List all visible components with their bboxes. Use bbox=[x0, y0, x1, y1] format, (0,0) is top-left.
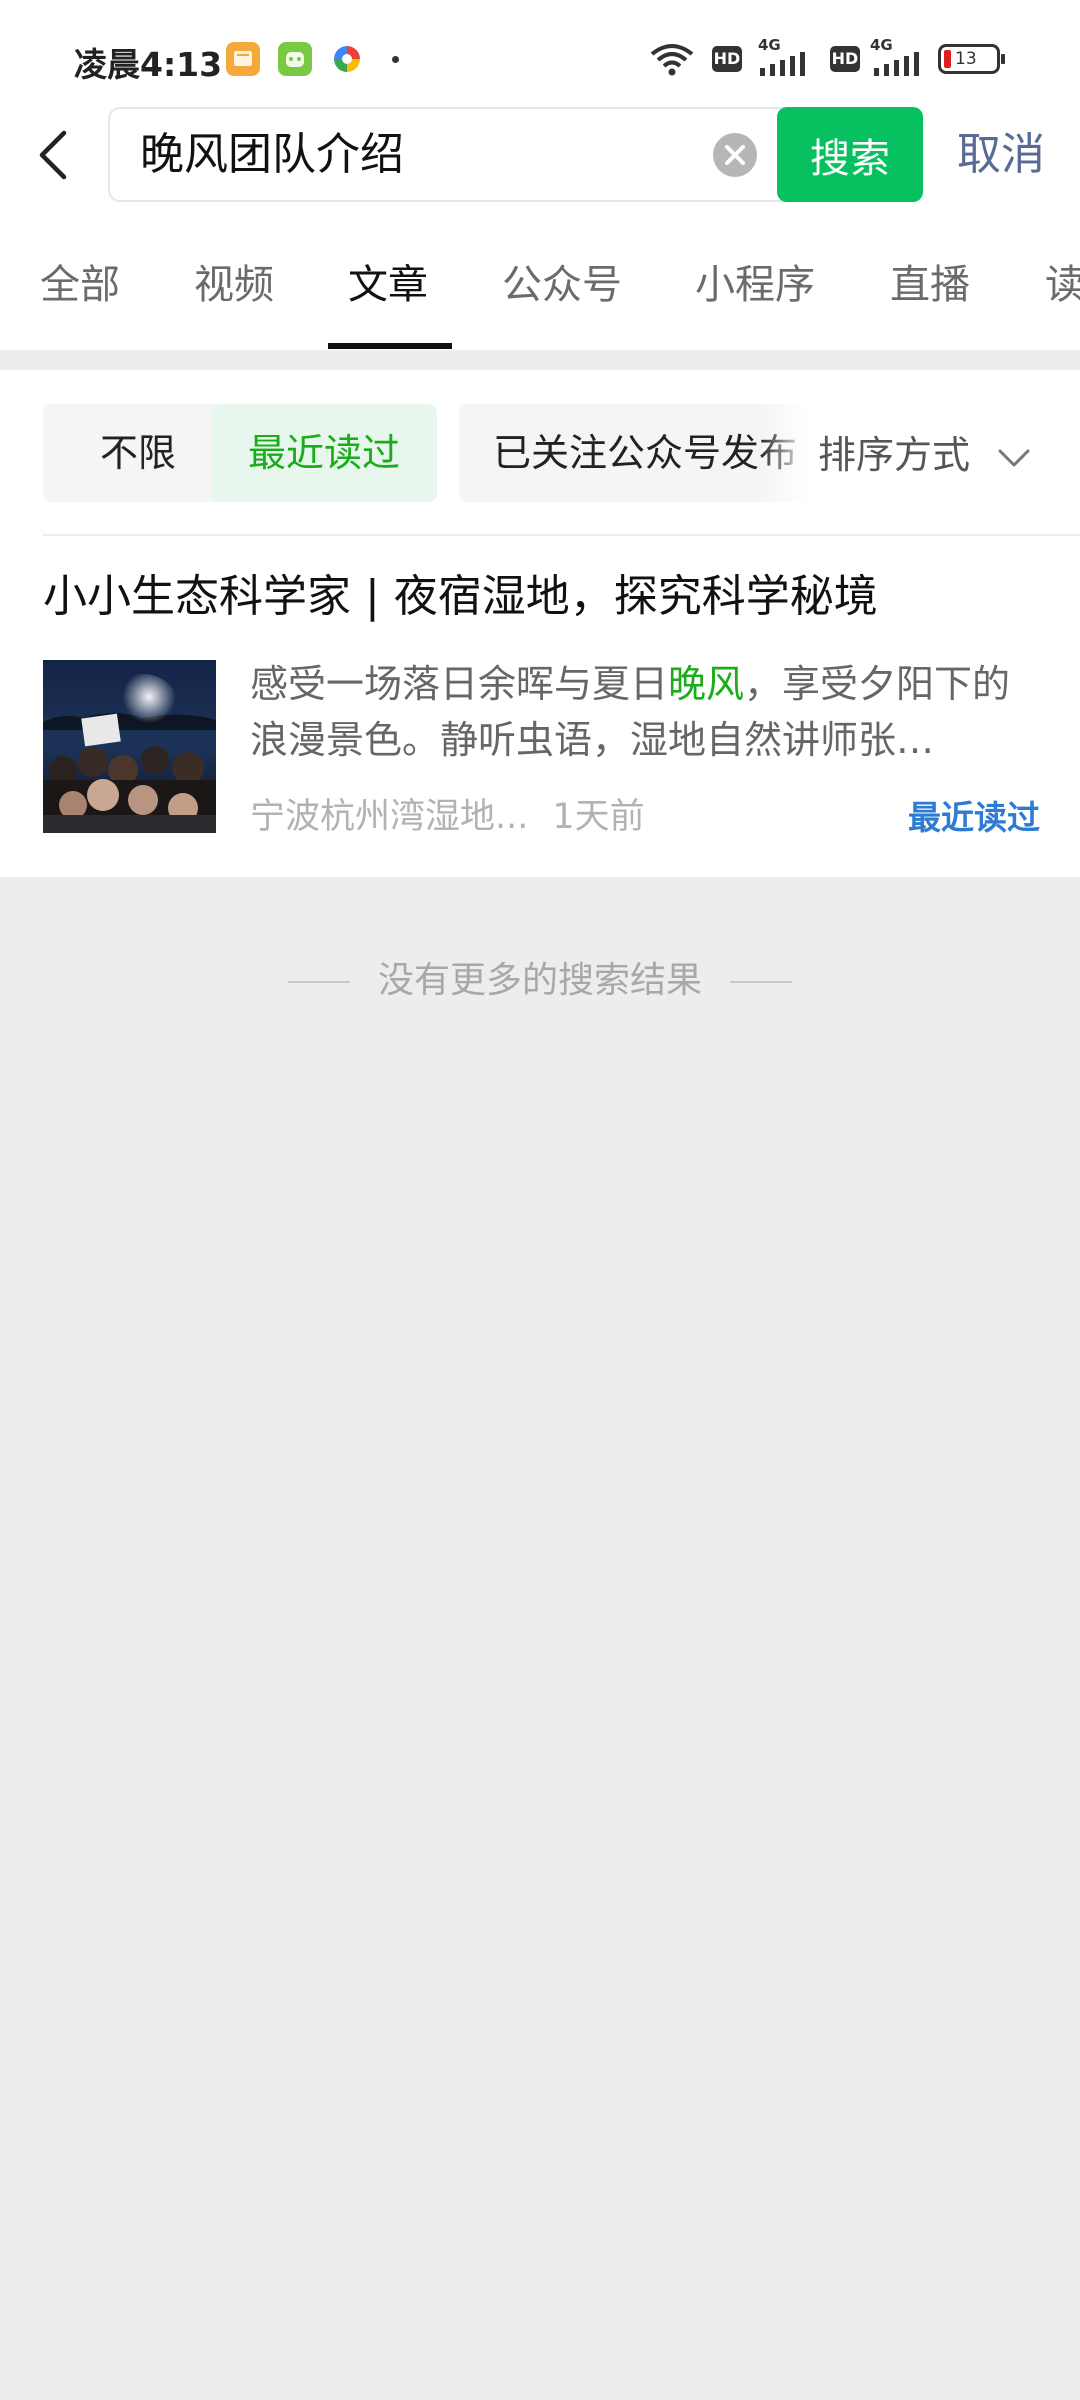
sort-dropdown[interactable]: 排序方式 bbox=[818, 432, 1034, 478]
signal-icon bbox=[874, 52, 919, 76]
chevron-left-icon bbox=[39, 130, 67, 180]
search-query: 晚风团队介绍 bbox=[140, 129, 404, 180]
status-time: 凌晨4:13 bbox=[74, 45, 223, 84]
tab-read[interactable]: 读 bbox=[1045, 255, 1080, 315]
filter-chip-label: 已关注公众号发布 bbox=[493, 431, 798, 475]
tab-mini-programs[interactable]: 小程序 bbox=[695, 255, 815, 315]
close-icon bbox=[725, 145, 745, 165]
battery-icon: 13 bbox=[938, 44, 1005, 74]
signal-icon bbox=[760, 52, 805, 76]
back-button[interactable] bbox=[30, 125, 80, 185]
chip-fade bbox=[759, 404, 809, 502]
wifi-icon bbox=[650, 44, 694, 76]
gallery-app-icon bbox=[226, 42, 260, 76]
keyword-highlight: 晚风 bbox=[668, 662, 745, 706]
no-more-results-text: 没有更多的搜索结果 bbox=[377, 960, 702, 1001]
results-panel: 不限 最近读过 已关注公众号发布 排序方式 小小生态科学家 | 夜宿湿地，探究科… bbox=[0, 370, 1080, 877]
no-more-results: 没有更多的搜索结果 bbox=[0, 958, 1080, 1004]
active-tab-indicator bbox=[328, 343, 452, 349]
article-title[interactable]: 小小生态科学家 | 夜宿湿地，探究科学秘境 bbox=[43, 570, 878, 624]
filter-chip-label: 最近读过 bbox=[247, 431, 400, 475]
colorful-app-icon bbox=[330, 42, 364, 76]
filter-chip-recently-read[interactable]: 最近读过 bbox=[211, 404, 437, 502]
divider bbox=[43, 534, 1080, 536]
category-tabs: 全部 视频 文章 公众号 小程序 直播 读 bbox=[0, 255, 1080, 355]
article-time: 1天前 bbox=[552, 797, 645, 837]
search-button[interactable]: 搜索 bbox=[777, 107, 923, 202]
filter-chip-label: 不限 bbox=[99, 431, 176, 475]
chevron-down-icon bbox=[998, 449, 1030, 466]
clear-search-button[interactable] bbox=[713, 133, 757, 177]
description-text: 感受一场落日余晖与夏日 bbox=[250, 662, 669, 706]
tab-video[interactable]: 视频 bbox=[194, 255, 274, 315]
tab-articles[interactable]: 文章 bbox=[348, 255, 428, 315]
article-source[interactable]: 宁波杭州湾湿地... bbox=[250, 797, 528, 837]
section-divider bbox=[0, 350, 1080, 370]
sort-label: 排序方式 bbox=[818, 433, 971, 477]
article-thumbnail bbox=[43, 660, 216, 833]
article-meta: 宁波杭州湾湿地... 1天前 bbox=[250, 792, 645, 842]
filter-chip-unlimited[interactable]: 不限 bbox=[43, 404, 233, 502]
hd-badge: HD bbox=[712, 46, 742, 72]
recently-read-tag: 最近读过 bbox=[908, 798, 1040, 837]
divider-line bbox=[730, 981, 792, 983]
tab-live[interactable]: 直播 bbox=[890, 255, 970, 315]
battery-level: 13 bbox=[955, 49, 977, 69]
filter-chip-followed-accounts[interactable]: 已关注公众号发布 bbox=[459, 404, 809, 502]
tab-all[interactable]: 全部 bbox=[40, 255, 120, 315]
hd-badge: HD bbox=[830, 46, 860, 72]
article-description: 感受一场落日余晖与夏日晚风，享受夕阳下的浪漫景色。静听虫语，湿地自然讲师张… bbox=[250, 656, 1035, 768]
green-app-icon bbox=[278, 42, 312, 76]
cancel-button[interactable]: 取消 bbox=[957, 127, 1045, 183]
dot-indicator bbox=[392, 56, 399, 63]
divider-line bbox=[287, 981, 350, 983]
status-bar: 凌晨4:13 HD 4G HD 4G 13 bbox=[0, 0, 1080, 115]
tab-official-accounts[interactable]: 公众号 bbox=[502, 255, 622, 315]
